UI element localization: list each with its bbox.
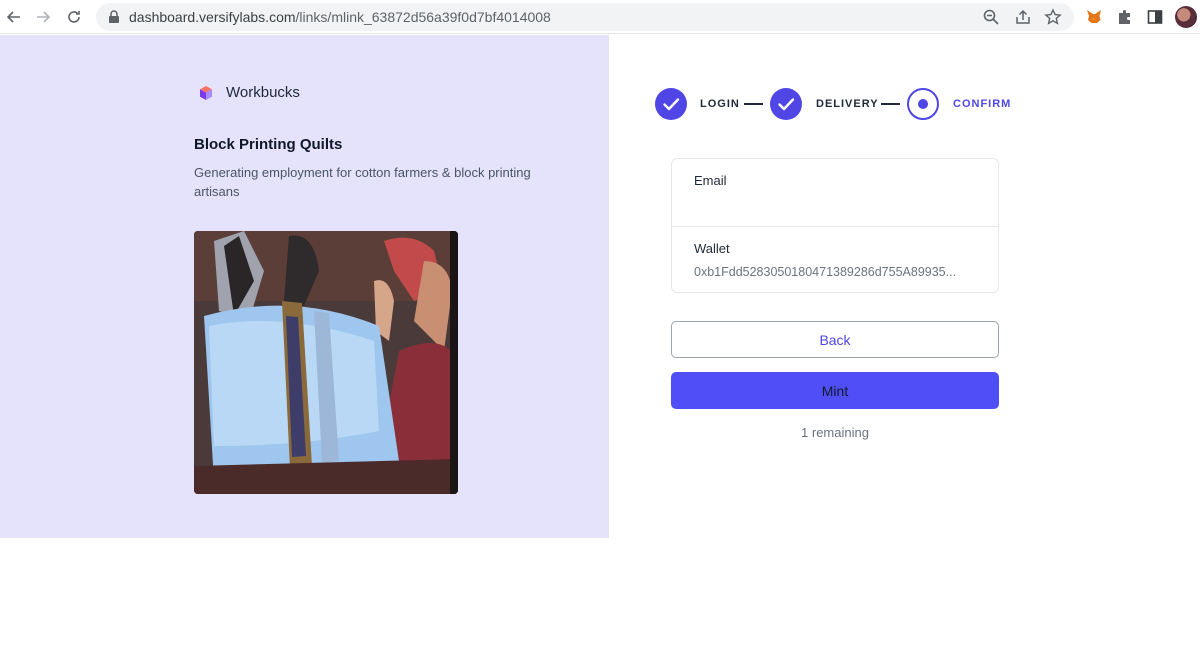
- address-bar[interactable]: dashboard.versifylabs.com/links/mlink_63…: [96, 3, 1074, 31]
- step-login-label: LOGIN: [700, 98, 740, 110]
- url-text: dashboard.versifylabs.com/links/mlink_63…: [129, 9, 551, 25]
- wallet-label: Wallet: [694, 241, 730, 256]
- lock-icon: [109, 10, 119, 23]
- url-path: /links/mlink_63872d56a39f0d7bf4014008: [295, 9, 551, 25]
- mint-button[interactable]: Mint: [671, 372, 999, 409]
- project-title: Block Printing Quilts: [194, 136, 343, 153]
- metamask-fox-icon[interactable]: [1085, 8, 1103, 26]
- bookmark-star-icon[interactable]: [1044, 8, 1062, 26]
- step-delivery-check-icon: [770, 88, 802, 120]
- step-connector: [881, 103, 900, 105]
- reload-icon[interactable]: [64, 7, 84, 27]
- step-delivery-label: DELIVERY: [816, 98, 879, 110]
- step-login-check-icon: [655, 88, 687, 120]
- forward-icon[interactable]: [33, 7, 53, 27]
- back-button[interactable]: Back: [671, 321, 999, 358]
- wallet-row[interactable]: Wallet 0xb1Fdd5283050180471389286d755A89…: [672, 226, 998, 293]
- email-row[interactable]: Email: [672, 159, 998, 226]
- profile-avatar[interactable]: [1175, 6, 1197, 28]
- url-host: dashboard.versifylabs.com: [129, 9, 296, 25]
- brand: Workbucks: [198, 84, 300, 101]
- side-panel-icon[interactable]: [1146, 8, 1164, 26]
- step-confirm-dot-icon: [907, 88, 939, 120]
- claim-details-card: Email Wallet 0xb1Fdd5283050180471389286d…: [671, 158, 999, 293]
- brand-name: Workbucks: [226, 84, 300, 101]
- project-description: Generating employment for cotton farmers…: [194, 165, 531, 199]
- wallet-address: 0xb1Fdd5283050180471389286d755A89935...: [694, 265, 957, 279]
- share-icon[interactable]: [1014, 8, 1032, 26]
- browser-toolbar: dashboard.versifylabs.com/links/mlink_63…: [0, 0, 1200, 34]
- workbucks-logo-icon: [200, 85, 212, 100]
- step-confirm-label: CONFIRM: [953, 98, 1012, 110]
- email-label: Email: [694, 173, 727, 188]
- zoom-icon[interactable]: [982, 8, 1000, 26]
- back-icon[interactable]: [4, 7, 24, 27]
- extensions-puzzle-icon[interactable]: [1116, 8, 1134, 26]
- nft-image: [194, 231, 458, 494]
- step-connector: [744, 103, 763, 105]
- remaining-count: 1 remaining: [801, 425, 869, 440]
